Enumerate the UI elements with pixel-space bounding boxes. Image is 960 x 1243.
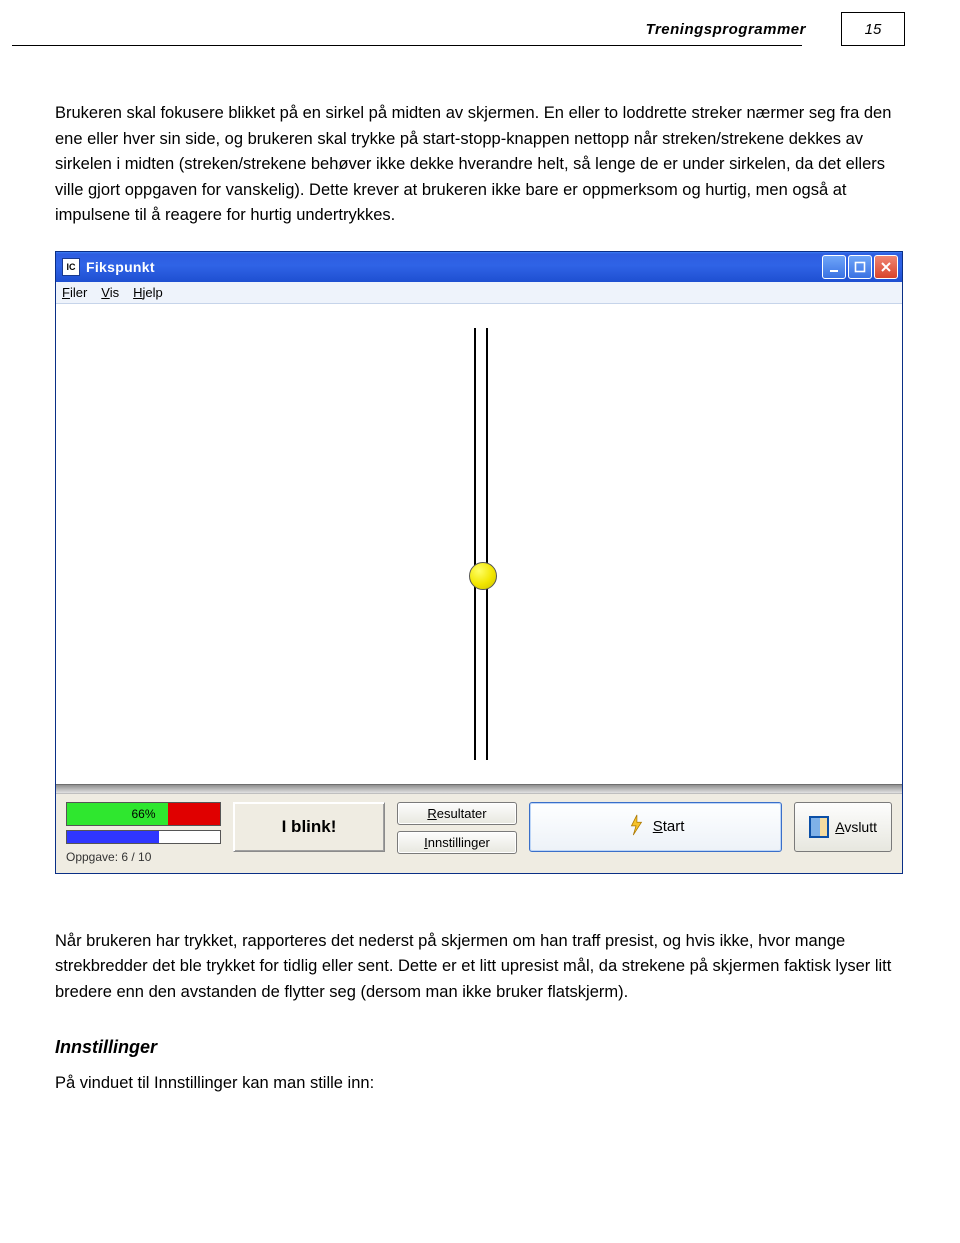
maximize-icon	[854, 261, 866, 273]
header-rule	[12, 45, 802, 46]
door-icon	[809, 816, 829, 838]
page-number: 15	[841, 12, 905, 46]
task-progress-bar	[66, 830, 221, 844]
close-icon	[880, 261, 892, 273]
vertical-line-right	[486, 328, 488, 760]
menu-filer[interactable]: Filer	[62, 285, 87, 300]
panel-separator	[56, 784, 902, 793]
vertical-line-left	[474, 328, 476, 760]
start-button[interactable]: Start	[529, 802, 782, 852]
training-canvas[interactable]	[56, 304, 902, 784]
window-titlebar[interactable]: IC Fikspunkt	[56, 252, 902, 282]
window-title: Fikspunkt	[86, 259, 822, 275]
maximize-button[interactable]	[848, 255, 872, 279]
exit-button[interactable]: Avslutt	[794, 802, 892, 852]
accuracy-percent-label: 66%	[67, 807, 220, 821]
task-progress-label: Oppgave: 6 / 10	[66, 850, 221, 864]
feedback-box: I blink!	[233, 802, 385, 852]
settings-button[interactable]: Innstillinger	[397, 831, 517, 854]
target-circle	[469, 562, 497, 590]
embedded-screenshot: IC Fikspunkt Filer Vis Hjelp	[55, 251, 905, 874]
results-button[interactable]: Resultater	[397, 802, 517, 825]
paragraph-1: Brukeren skal fokusere blikket på en sir…	[55, 101, 905, 229]
subheading-innstillinger: Innstillinger	[55, 1034, 905, 1062]
accuracy-bar: 66%	[66, 802, 221, 826]
menu-hjelp[interactable]: Hjelp	[133, 285, 163, 300]
header-title: Treningsprogrammer	[646, 12, 841, 46]
paragraph-3: På vinduet til Innstillinger kan man sti…	[55, 1071, 905, 1097]
menu-vis[interactable]: Vis	[101, 285, 119, 300]
close-button[interactable]	[874, 255, 898, 279]
bolt-icon	[627, 814, 645, 840]
paragraph-2: Når brukeren har trykket, rapporteres de…	[55, 929, 905, 1006]
app-icon: IC	[62, 258, 80, 276]
minimize-icon	[828, 261, 840, 273]
minimize-button[interactable]	[822, 255, 846, 279]
status-bar: 66% Oppgave: 6 / 10 I blink! Resultater …	[56, 793, 902, 873]
menu-bar: Filer Vis Hjelp	[56, 282, 902, 304]
